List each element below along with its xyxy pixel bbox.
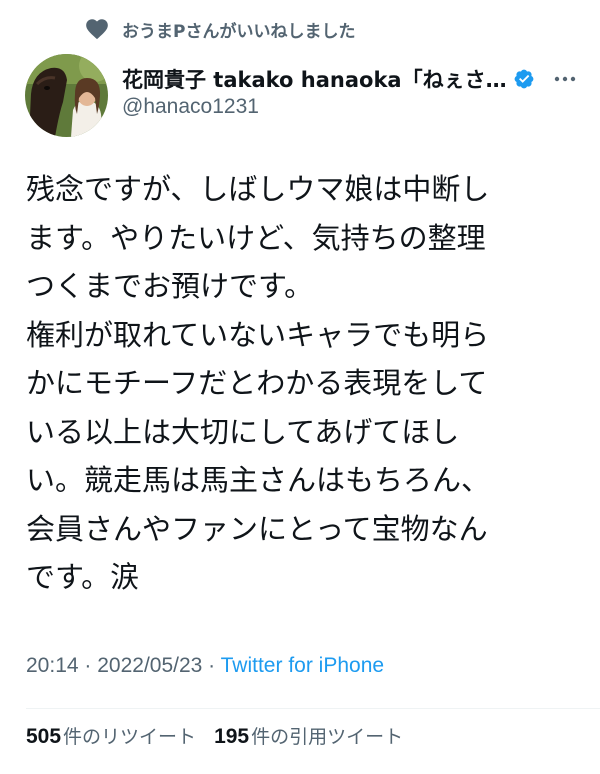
avatar[interactable] <box>25 54 108 137</box>
avatar-image <box>25 54 108 137</box>
social-context-text: おうまPさんがいいねしました <box>122 21 356 42</box>
quotes-label: 件の引用ツイート <box>251 726 404 748</box>
social-context[interactable]: おうまPさんがいいねしました <box>84 14 355 44</box>
verified-badge-icon <box>514 69 534 89</box>
heart-icon <box>86 19 108 40</box>
tweet-source-link[interactable]: Twitter for iPhone <box>221 654 384 677</box>
author-handle[interactable]: @hanaco1231 <box>122 95 580 119</box>
tweet-stats: 505 件のリツイート 195 件の引用ツイート <box>26 722 421 749</box>
retweets-count: 505 <box>26 725 62 748</box>
meta-separator: · <box>202 654 221 677</box>
divider <box>26 708 600 709</box>
tweet-meta: 20:14 · 2022/05/23 · Twitter for iPhone <box>26 654 384 678</box>
more-options-icon[interactable] <box>550 62 580 96</box>
tweet-text: 残念ですが、しばしウマ娘は中断し ます。やりたいけど、気持ちの整理 つくまでお預… <box>26 172 491 594</box>
retweets-label: 件のリツイート <box>63 726 197 748</box>
retweets-stat[interactable]: 505 件のリツイート <box>26 722 196 749</box>
meta-separator: · <box>78 654 98 677</box>
quotes-count: 195 <box>214 725 250 748</box>
author-name[interactable]: 花岡貴子 takako hanaoka「ねぇさ… <box>122 64 507 94</box>
quotes-stat[interactable]: 195 件の引用ツイート <box>214 722 403 749</box>
tweet-time[interactable]: 20:14 <box>26 654 79 677</box>
tweet-header: 花岡貴子 takako hanaoka「ねぇさ… @hanaco1231 <box>122 62 580 119</box>
tweet-date[interactable]: 2022/05/23 <box>97 654 202 677</box>
